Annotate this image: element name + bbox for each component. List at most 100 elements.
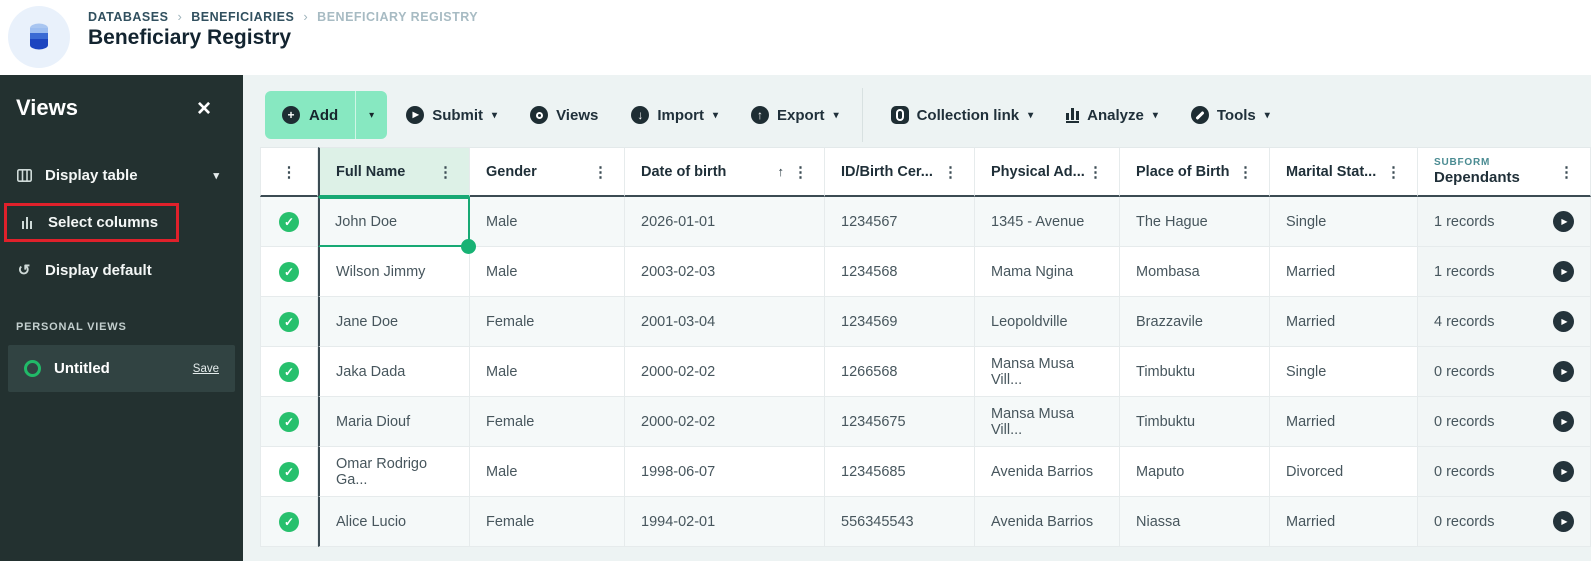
- column-menu-icon[interactable]: ⋮: [1559, 163, 1574, 181]
- cell-id-cert[interactable]: 12345675: [825, 397, 975, 447]
- row-status-cell[interactable]: ✓: [260, 297, 318, 347]
- cell-gender[interactable]: Male: [470, 197, 625, 247]
- cell-id-cert[interactable]: 1234569: [825, 297, 975, 347]
- cell-address[interactable]: Mansa Musa Vill...: [975, 347, 1120, 397]
- column-header-marital-status[interactable]: Marital Stat... ⋮: [1270, 147, 1418, 197]
- column-menu-icon[interactable]: ⋮: [1386, 163, 1401, 181]
- cell-dependants[interactable]: 0 records ▶: [1418, 397, 1591, 447]
- row-status-cell[interactable]: ✓: [260, 247, 318, 297]
- column-header-physical-address[interactable]: Physical Ad... ⋮: [975, 147, 1120, 197]
- expand-subform-icon[interactable]: ▶: [1553, 411, 1574, 432]
- cell-dob[interactable]: 2001-03-04: [625, 297, 825, 347]
- cell-dependants[interactable]: 1 records ▶: [1418, 197, 1591, 247]
- column-header-gender[interactable]: Gender ⋮: [470, 147, 625, 197]
- cell-gender[interactable]: Male: [470, 247, 625, 297]
- column-header-dependants[interactable]: SUBFORM Dependants ⋮: [1418, 147, 1591, 197]
- export-button[interactable]: ↑ Export ▾: [737, 106, 853, 124]
- cell-dependants[interactable]: 0 records ▶: [1418, 447, 1591, 497]
- cell-gender[interactable]: Male: [470, 447, 625, 497]
- views-button[interactable]: Views: [516, 106, 612, 124]
- cell-full-name[interactable]: Wilson Jimmy: [318, 247, 470, 297]
- cell-dependants[interactable]: 1 records ▶: [1418, 247, 1591, 297]
- breadcrumb-databases[interactable]: DATABASES: [88, 10, 168, 24]
- kebab-icon[interactable]: ⋮: [282, 163, 297, 181]
- cell-gender[interactable]: Female: [470, 497, 625, 547]
- add-button-main[interactable]: + Add: [265, 91, 355, 139]
- expand-subform-icon[interactable]: ▶: [1553, 511, 1574, 532]
- cell-marital[interactable]: Single: [1270, 347, 1418, 397]
- cell-full-name[interactable]: Maria Diouf: [318, 397, 470, 447]
- row-status-cell[interactable]: ✓: [260, 197, 318, 247]
- personal-view-untitled[interactable]: Untitled Save: [8, 345, 235, 392]
- row-menu-header[interactable]: ⋮: [260, 147, 318, 197]
- cell-gender[interactable]: Male: [470, 347, 625, 397]
- cell-address[interactable]: 1345 - Avenue: [975, 197, 1120, 247]
- row-status-cell[interactable]: ✓: [260, 397, 318, 447]
- cell-id-cert[interactable]: 12345685: [825, 447, 975, 497]
- cell-address[interactable]: Leopoldville: [975, 297, 1120, 347]
- tools-button[interactable]: Tools ▾: [1177, 106, 1284, 124]
- add-dropdown-caret[interactable]: ▾: [356, 91, 387, 139]
- expand-subform-icon[interactable]: ▶: [1553, 461, 1574, 482]
- cell-marital[interactable]: Married: [1270, 497, 1418, 547]
- cell-marital[interactable]: Married: [1270, 397, 1418, 447]
- cell-id-cert[interactable]: 1266568: [825, 347, 975, 397]
- expand-subform-icon[interactable]: ▶: [1553, 211, 1574, 232]
- cell-place[interactable]: Timbuktu: [1120, 347, 1270, 397]
- sort-asc-icon[interactable]: ↑: [778, 164, 785, 179]
- cell-place[interactable]: Maputo: [1120, 447, 1270, 497]
- column-menu-icon[interactable]: ⋮: [793, 163, 808, 181]
- row-status-cell[interactable]: ✓: [260, 347, 318, 397]
- import-button[interactable]: ↓ Import ▾: [617, 106, 732, 124]
- cell-place[interactable]: Niassa: [1120, 497, 1270, 547]
- submit-button[interactable]: ▶ Submit ▾: [392, 106, 511, 124]
- cell-place[interactable]: Timbuktu: [1120, 397, 1270, 447]
- expand-subform-icon[interactable]: ▶: [1553, 311, 1574, 332]
- cell-dob[interactable]: 2000-02-02: [625, 397, 825, 447]
- expand-subform-icon[interactable]: ▶: [1553, 261, 1574, 282]
- cell-address[interactable]: Mama Ngina: [975, 247, 1120, 297]
- cell-dependants[interactable]: 0 records ▶: [1418, 347, 1591, 397]
- cell-full-name[interactable]: Jane Doe: [318, 297, 470, 347]
- cell-marital[interactable]: Married: [1270, 297, 1418, 347]
- close-icon[interactable]: ×: [197, 97, 211, 121]
- cell-dob[interactable]: 1998-06-07: [625, 447, 825, 497]
- add-button[interactable]: + Add ▾: [265, 91, 388, 139]
- cell-dob[interactable]: 2026-01-01: [625, 197, 825, 247]
- save-link[interactable]: Save: [193, 363, 219, 375]
- analyze-button[interactable]: Analyze ▾: [1052, 107, 1172, 124]
- column-menu-icon[interactable]: ⋮: [593, 163, 608, 181]
- expand-subform-icon[interactable]: ▶: [1553, 361, 1574, 382]
- breadcrumb-beneficiaries[interactable]: BENEFICIARIES: [191, 10, 294, 24]
- sidebar-item-display-default[interactable]: ↺ Display default: [16, 261, 227, 280]
- cell-dob[interactable]: 1994-02-01: [625, 497, 825, 547]
- cell-id-cert[interactable]: 1234568: [825, 247, 975, 297]
- cell-full-name[interactable]: Jaka Dada: [318, 347, 470, 397]
- cell-full-name-selected[interactable]: John Doe: [318, 197, 476, 254]
- cell-marital[interactable]: Divorced: [1270, 447, 1418, 497]
- column-header-date-of-birth[interactable]: Date of birth ↑ ⋮: [625, 147, 825, 197]
- cell-address[interactable]: Mansa Musa Vill...: [975, 397, 1120, 447]
- collection-link-button[interactable]: Collection link ▾: [877, 106, 1048, 124]
- chevron-down-icon[interactable]: ▾: [213, 169, 219, 182]
- cell-place[interactable]: Mombasa: [1120, 247, 1270, 297]
- cell-full-name[interactable]: Alice Lucio: [318, 497, 470, 547]
- sidebar-item-select-columns[interactable]: Select columns: [4, 203, 227, 242]
- cell-address[interactable]: Avenida Barrios: [975, 497, 1120, 547]
- cell-id-cert[interactable]: 556345543: [825, 497, 975, 547]
- column-menu-icon[interactable]: ⋮: [943, 163, 958, 181]
- selection-handle[interactable]: [461, 239, 476, 254]
- cell-place[interactable]: Brazzavile: [1120, 297, 1270, 347]
- cell-marital[interactable]: Married: [1270, 247, 1418, 297]
- row-status-cell[interactable]: ✓: [260, 497, 318, 547]
- cell-dependants[interactable]: 0 records ▶: [1418, 497, 1591, 547]
- row-status-cell[interactable]: ✓: [260, 447, 318, 497]
- column-header-id-birth-cert[interactable]: ID/Birth Cer... ⋮: [825, 147, 975, 197]
- cell-gender[interactable]: Female: [470, 297, 625, 347]
- column-header-full-name[interactable]: Full Name ⋮: [318, 147, 470, 197]
- cell-dob[interactable]: 2000-02-02: [625, 347, 825, 397]
- cell-full-name[interactable]: Omar Rodrigo Ga...: [318, 447, 470, 497]
- cell-gender[interactable]: Female: [470, 397, 625, 447]
- column-header-place-of-birth[interactable]: Place of Birth ⋮: [1120, 147, 1270, 197]
- column-menu-icon[interactable]: ⋮: [1238, 163, 1253, 181]
